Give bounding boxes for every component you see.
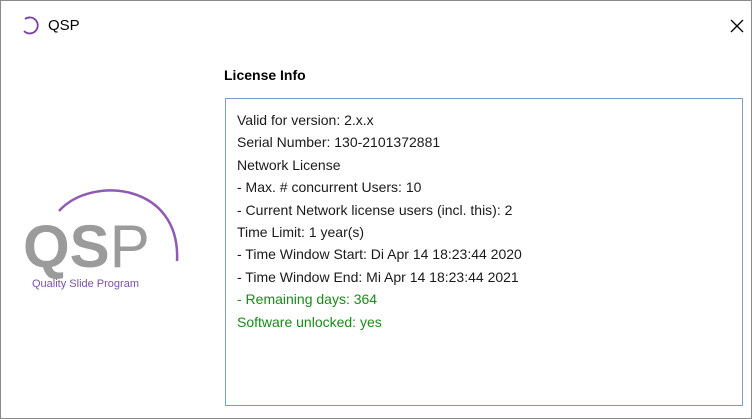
- license-line: - Remaining days: 364: [237, 291, 378, 308]
- qsp-app-icon: [21, 16, 41, 36]
- license-line: - Max. # concurrent Users: 10: [237, 179, 422, 196]
- logo-wordmark-right: P: [110, 213, 150, 280]
- license-line: - Current Network license users (incl. t…: [237, 201, 513, 218]
- qsp-logo: QSP Quality Slide Program: [21, 183, 181, 293]
- license-info-heading: License Info: [224, 67, 306, 83]
- close-button[interactable]: [723, 11, 751, 41]
- logo-wordmark-left: QS: [23, 213, 110, 280]
- license-line: Network License: [237, 156, 341, 173]
- license-line: Serial Number: 130-2101372881: [237, 134, 441, 151]
- license-line: Time Limit: 1 year(s): [237, 224, 365, 241]
- svg-text:QSP: QSP: [23, 213, 150, 280]
- title-bar[interactable]: QSP: [1, 1, 751, 49]
- license-line: - Time Window Start: Di Apr 14 18:23:44 …: [237, 246, 522, 263]
- license-line: - Time Window End: Mi Apr 14 18:23:44 20…: [237, 268, 519, 285]
- close-icon: [730, 19, 744, 33]
- license-line: Software unlocked: yes: [237, 313, 382, 330]
- license-info-textbox[interactable]: Valid for version: 2.x.x Serial Number: 1…: [225, 98, 743, 406]
- logo-tagline: Quality Slide Program: [32, 278, 139, 290]
- license-line: Valid for version: 2.x.x: [237, 112, 374, 128]
- license-dialog: QSP QSP Quality Slide Program License In…: [0, 0, 752, 419]
- window-title: QSP: [48, 17, 80, 34]
